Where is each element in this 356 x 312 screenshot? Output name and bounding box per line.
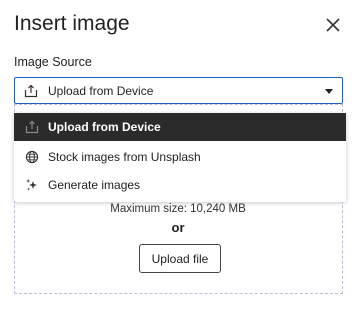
menu-item-label: Upload from Device: [48, 120, 161, 134]
max-size-text: Maximum size: 10,240 MB: [110, 203, 246, 215]
image-source-dropdown-menu: Upload from Device Stock images from Uns…: [14, 113, 346, 202]
menu-item-stock-images-unsplash[interactable]: Stock images from Unsplash: [14, 143, 346, 171]
or-separator: or: [171, 220, 185, 235]
menu-item-label: Generate images: [48, 178, 141, 192]
upload-icon: [25, 120, 39, 134]
menu-item-label: Stock images from Unsplash: [48, 150, 201, 164]
upload-icon: [24, 84, 38, 98]
globe-icon: [25, 150, 39, 164]
upload-file-button[interactable]: Upload file: [139, 244, 221, 273]
sparkle-icon: [25, 178, 39, 192]
menu-item-generate-images[interactable]: Generate images: [14, 171, 346, 199]
chevron-down-icon: [325, 89, 333, 94]
image-source-label: Image Source: [14, 55, 92, 69]
dialog-title: Insert image: [14, 12, 130, 35]
image-source-selected-value: Upload from Device: [48, 84, 154, 98]
menu-item-upload-from-device[interactable]: Upload from Device: [14, 113, 346, 141]
image-source-select[interactable]: Upload from Device: [14, 77, 343, 104]
insert-image-dialog: Insert image Image Source Upload from De…: [0, 0, 356, 312]
close-icon[interactable]: [324, 16, 342, 34]
